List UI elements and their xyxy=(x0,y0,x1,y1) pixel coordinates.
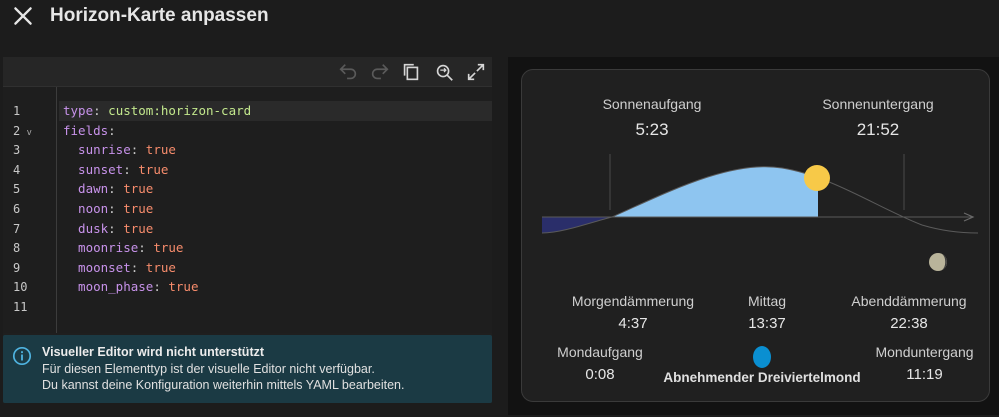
alert-text: Du kannst deine Konfiguration weiterhin … xyxy=(42,378,405,392)
code-line: moonset: true xyxy=(63,260,176,275)
copy-icon[interactable] xyxy=(400,61,422,83)
noon-time: 13:37 xyxy=(748,315,786,332)
line-gutter: 1 2 v 3 4 5 6 7 8 9 10 11 xyxy=(3,87,57,333)
dialog-title: Horizon-Karte anpassen xyxy=(50,5,269,26)
line-number: 8 xyxy=(13,241,21,255)
day-area xyxy=(612,166,818,217)
alert-text: Für diesen Elementtyp ist der visuelle E… xyxy=(42,362,375,376)
alert-title: Visueller Editor wird nicht unterstützt xyxy=(42,345,265,359)
line-number: 9 xyxy=(13,261,21,275)
moonset-label: Monduntergang xyxy=(875,344,974,360)
code-line: sunrise: true xyxy=(63,142,176,157)
line-number: 1 xyxy=(13,104,21,118)
code-line: dusk: true xyxy=(63,221,154,236)
fullscreen-icon[interactable] xyxy=(465,61,487,83)
dawn-time: 4:37 xyxy=(618,315,648,332)
dialog-header: Horizon-Karte anpassen xyxy=(0,0,999,40)
code-line: fields: xyxy=(63,123,116,138)
sun-icon xyxy=(804,165,830,191)
line-number: 6 xyxy=(13,202,21,216)
close-icon[interactable] xyxy=(10,3,36,29)
code-area[interactable]: 1 2 v 3 4 5 6 7 8 9 10 11 type: custom:h… xyxy=(3,87,492,333)
undo-icon[interactable] xyxy=(337,61,359,83)
line-number: 4 xyxy=(13,163,21,177)
moon-phase-label: Abnehmender Dreiviertelmond xyxy=(663,370,861,385)
info-icon xyxy=(12,346,32,366)
search-replace-icon[interactable] xyxy=(433,61,455,83)
line-number: 7 xyxy=(13,222,21,236)
code-line: moon_phase: true xyxy=(63,279,199,294)
dusk-label: Abenddämmerung xyxy=(851,293,967,309)
noon-label: Mittag xyxy=(747,293,787,309)
horizon-card: Sonnenaufgang 5:23 Sonnenuntergang 21:52… xyxy=(521,69,990,402)
horizon-graph xyxy=(541,154,979,271)
code-line: noon: true xyxy=(63,201,154,216)
line-number: 11 xyxy=(13,300,28,314)
fold-chevron-icon[interactable]: v xyxy=(27,127,32,137)
info-alert: Visueller Editor wird nicht unterstützt … xyxy=(3,335,492,403)
line-number: 3 xyxy=(13,143,21,157)
line-number: 10 xyxy=(13,280,28,294)
code-line: moonrise: true xyxy=(63,240,184,255)
dusk-time: 22:38 xyxy=(890,315,928,332)
redo-icon[interactable] xyxy=(369,61,391,83)
editor-toolbar xyxy=(3,57,492,87)
line-number: 5 xyxy=(13,182,21,196)
dawn-label: Morgendämmerung xyxy=(571,293,695,309)
card-preview: Sonnenaufgang 5:23 Sonnenuntergang 21:52… xyxy=(508,57,999,415)
code-line: type: custom:horizon-card xyxy=(63,103,252,118)
moonrise-label: Mondaufgang xyxy=(557,344,643,360)
moon-phase-icon xyxy=(753,346,771,368)
code-line: dawn: true xyxy=(63,181,154,196)
code-line: sunset: true xyxy=(63,162,169,177)
moonset-time: 11:19 xyxy=(906,366,943,383)
